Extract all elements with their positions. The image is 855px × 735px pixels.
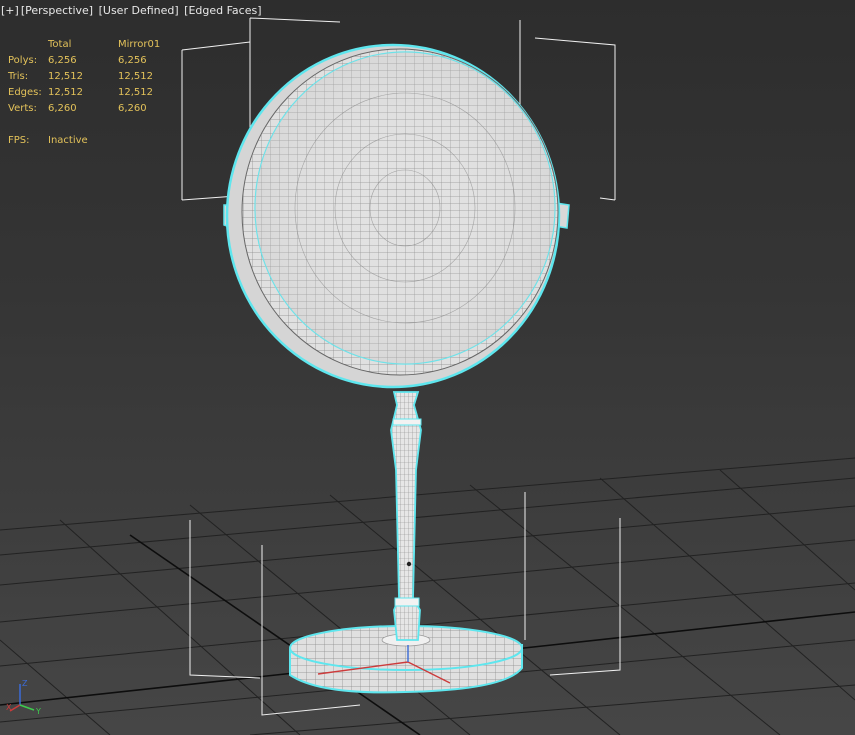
stats-label: Verts: (8, 103, 37, 114)
stats-row-edges: Edges: 12,512 12,512 (8, 85, 178, 101)
axis-z-label: Z (22, 679, 28, 688)
viewport-statistics: Total Mirror01 Polys: 6,256 6,256 Tris: … (8, 37, 178, 149)
viewport-stage-menu[interactable]: [User Defined] (98, 4, 180, 17)
stats-label: Polys: (8, 55, 38, 66)
stats-object: 6,260 (118, 103, 147, 114)
axis-y-label: Y (35, 707, 41, 716)
stats-label: Edges: (8, 87, 42, 98)
viewport-general-menu[interactable]: [+] (0, 4, 20, 17)
axis-x-label: X (6, 703, 12, 712)
stats-label: Tris: (8, 71, 29, 82)
perspective-viewport[interactable]: [+] [Perspective] [User Defined] [Edged F… (0, 0, 855, 735)
mirror-frame (223, 43, 570, 389)
viewport-label-menu: [+] [Perspective] [User Defined] [Edged F… (0, 4, 263, 17)
world-axis-tripod-icon: Z X Y (6, 679, 41, 716)
stats-row-polys: Polys: 6,256 6,256 (8, 53, 178, 69)
fps-value: Inactive (48, 135, 88, 146)
stats-col-object: Mirror01 (118, 39, 161, 50)
stats-total: 6,256 (48, 55, 77, 66)
stats-col-total: Total (48, 39, 72, 50)
stats-total: 12,512 (48, 87, 83, 98)
fps-label: FPS: (8, 135, 30, 146)
stats-total: 12,512 (48, 71, 83, 82)
viewport-point-of-view-menu[interactable]: [Perspective] (20, 4, 94, 17)
viewport-shading-menu[interactable]: [Edged Faces] (183, 4, 262, 17)
stats-object: 12,512 (118, 71, 153, 82)
stats-row-verts: Verts: 6,260 6,260 (8, 101, 178, 117)
stats-object: 12,512 (118, 87, 153, 98)
stats-row-fps: FPS: Inactive (8, 133, 178, 149)
stats-row-tris: Tris: 12,512 12,512 (8, 69, 178, 85)
stats-object: 6,256 (118, 55, 147, 66)
stats-header: Total Mirror01 (8, 37, 178, 53)
ground-grid (0, 457, 855, 735)
mirror-stem (390, 391, 422, 641)
stats-total: 6,260 (48, 103, 77, 114)
